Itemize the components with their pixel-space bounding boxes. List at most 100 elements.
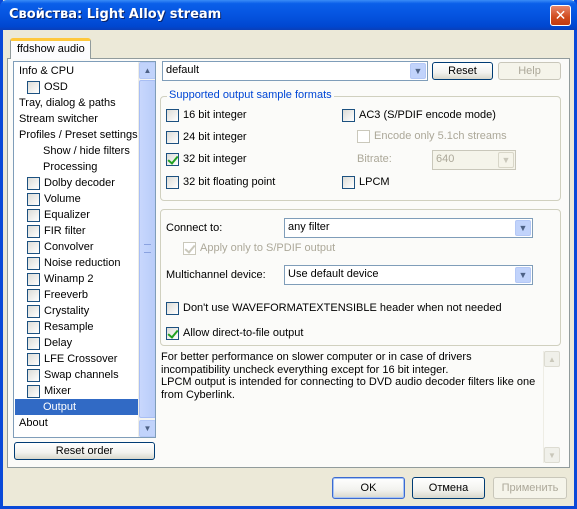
scroll-thumb[interactable] [139, 80, 155, 418]
tree-item-label: Processing [43, 161, 98, 173]
scroll-up-icon[interactable]: ▲ [139, 62, 155, 79]
tree-item[interactable]: Freeverb [27, 287, 88, 303]
tree-item-checkbox[interactable] [27, 208, 40, 222]
tree-item[interactable]: Equalizer [27, 207, 90, 223]
chevron-down-icon[interactable]: ▼ [515, 220, 531, 236]
checkbox-32bit[interactable] [166, 152, 179, 166]
tree-item[interactable]: Mixer [27, 383, 71, 399]
tree-scrollbar[interactable]: ▲ ▼ [138, 62, 155, 437]
tree-item-checkbox[interactable] [27, 336, 40, 350]
reset-order-button[interactable]: Reset order [14, 442, 155, 460]
tab-ffdshow-audio[interactable]: ffdshow audio [10, 38, 91, 59]
tree-item-checkbox[interactable] [27, 192, 40, 206]
spdif-only[interactable]: Apply only to S/PDIF output [183, 241, 335, 255]
checkbox-24bit[interactable] [166, 130, 179, 144]
format-32float-label: 32 bit floating point [183, 176, 276, 188]
tree-item[interactable]: Convolver [27, 239, 94, 255]
tree-item-checkbox[interactable] [27, 352, 40, 366]
checkbox-direct-file[interactable] [166, 326, 179, 340]
tree-item[interactable]: Profiles / Preset settings [19, 127, 138, 143]
connect-select[interactable]: any filter ▼ [284, 218, 533, 238]
tree-item[interactable]: Resample [27, 319, 94, 335]
format-32bit[interactable]: 32 bit integer [166, 152, 247, 166]
cancel-button[interactable]: Отмена [412, 477, 485, 499]
format-16bit[interactable]: 16 bit integer [166, 108, 247, 122]
format-32float[interactable]: 32 bit floating point [166, 175, 275, 189]
tree-item-label: Winamp 2 [44, 273, 94, 285]
close-button[interactable]: ✕ [550, 5, 571, 26]
format-16bit-label: 16 bit integer [183, 109, 247, 121]
tree-item[interactable]: Winamp 2 [27, 271, 94, 287]
info-text: For better performance on slower compute… [161, 351, 558, 463]
info-line-4: from Cyberlink. [161, 388, 235, 401]
tree-item[interactable]: Output [15, 399, 138, 415]
tree-item-checkbox[interactable] [27, 80, 40, 94]
checkbox-ac3[interactable] [342, 108, 355, 122]
tree-item-label: Mixer [44, 385, 71, 397]
tree-item[interactable]: Info & CPU [19, 63, 74, 79]
tree-item-checkbox[interactable] [27, 240, 40, 254]
tree-item[interactable]: Swap channels [27, 367, 119, 383]
tree-item[interactable]: Tray, dialog & paths [19, 95, 116, 111]
apply-button[interactable]: Применить [493, 477, 567, 499]
checkbox-16bit[interactable] [166, 108, 179, 122]
tree-item[interactable]: FIR filter [27, 223, 86, 239]
formats-group-title: Supported output sample formats [167, 89, 334, 101]
scroll-down-icon[interactable]: ▼ [544, 447, 560, 463]
checkbox-ac3-only51[interactable] [357, 129, 370, 143]
checkbox-32float[interactable] [166, 175, 179, 189]
direct-file-option[interactable]: Allow direct-to-file output [166, 326, 303, 340]
reset-button[interactable]: Reset [432, 62, 493, 80]
tree-item[interactable]: Stream switcher [19, 111, 98, 127]
tree-item-checkbox[interactable] [27, 256, 40, 270]
tree-item-checkbox[interactable] [27, 176, 40, 190]
tree-item[interactable]: Crystality [27, 303, 89, 319]
title-bar[interactable]: Свойства: Light Alloy stream ✕ [0, 0, 577, 30]
ok-button[interactable]: OK [332, 477, 405, 499]
tree-item-label: Output [43, 401, 77, 413]
scroll-up-icon[interactable]: ▲ [544, 351, 560, 367]
checkbox-lpcm[interactable] [342, 175, 355, 189]
tree-item-label: OSD [44, 81, 68, 93]
tree-item[interactable]: Noise reduction [27, 255, 120, 271]
tree-item-checkbox[interactable] [27, 304, 40, 318]
format-24bit[interactable]: 24 bit integer [166, 130, 247, 144]
multichannel-select[interactable]: Use default device ▼ [284, 265, 533, 285]
info-scrollbar[interactable]: ▲ ▼ [543, 351, 560, 463]
format-ac3[interactable]: AC3 (S/PDIF encode mode) [342, 108, 496, 122]
bitrate-select[interactable]: 640 ▼ [432, 150, 516, 170]
checkbox-no-wfx[interactable] [166, 301, 179, 315]
format-lpcm[interactable]: LPCM [342, 175, 390, 189]
tree-item[interactable]: Dolby decoder [27, 175, 115, 191]
tree-item-label: Freeverb [44, 289, 89, 301]
tree-item[interactable]: About [19, 415, 48, 431]
tree-item-checkbox[interactable] [27, 272, 40, 286]
checkbox-spdif-only[interactable] [183, 241, 196, 255]
tree-item-checkbox[interactable] [27, 368, 40, 382]
scroll-down-icon[interactable]: ▼ [139, 420, 155, 437]
tree-item[interactable]: Delay [27, 335, 72, 351]
tree-item-checkbox[interactable] [27, 224, 40, 238]
chevron-down-icon[interactable]: ▼ [498, 152, 514, 168]
tree-item[interactable]: Processing [43, 159, 97, 175]
format-lpcm-label: LPCM [359, 176, 390, 188]
tree-item[interactable]: Show / hide filters [43, 143, 130, 159]
settings-tree[interactable]: Info & CPU OSD Tray, dialog & paths Stream … [13, 61, 156, 438]
tree-item[interactable]: Volume [27, 191, 81, 207]
help-button[interactable]: Help [498, 62, 561, 80]
tree-item[interactable]: OSD [27, 79, 68, 95]
tree-item[interactable]: LFE Crossover [27, 351, 117, 367]
format-24bit-label: 24 bit integer [183, 131, 247, 143]
spdif-only-label: Apply only to S/PDIF output [200, 242, 336, 254]
tree-item-label: Crystality [44, 305, 90, 317]
chevron-down-icon[interactable]: ▼ [515, 267, 531, 283]
no-wfx-option[interactable]: Don't use WAVEFORMATEXTENSIBLE header wh… [166, 301, 502, 315]
tree-item-checkbox[interactable] [27, 288, 40, 302]
window-title: Свойства: Light Alloy stream [9, 7, 222, 22]
tree-item-checkbox[interactable] [27, 320, 40, 334]
tree-item-checkbox[interactable] [27, 384, 40, 398]
ac3-only-51[interactable]: Encode only 5.1ch streams [357, 129, 507, 143]
preset-select[interactable]: default ▼ [162, 61, 428, 81]
tree-item-label: Delay [44, 337, 73, 349]
chevron-down-icon[interactable]: ▼ [410, 63, 426, 79]
